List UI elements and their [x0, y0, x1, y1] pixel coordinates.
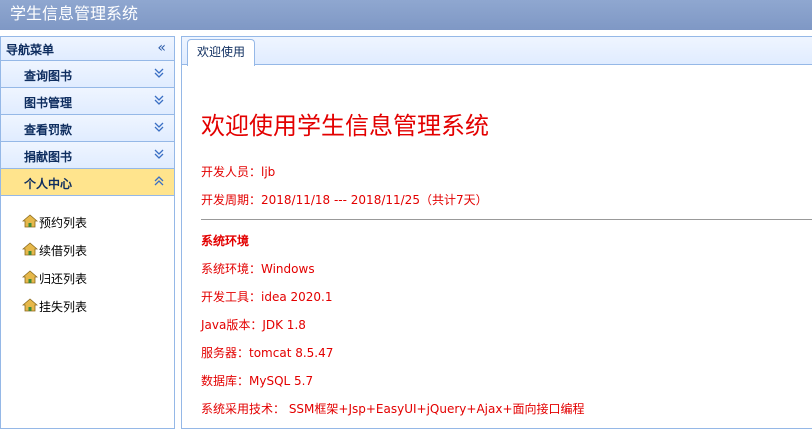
- house-icon: [22, 214, 38, 228]
- divider: [201, 219, 812, 220]
- env-ide-line: 开发工具：idea 2020.1: [201, 290, 333, 304]
- welcome-content: 欢迎使用学生信息管理系统 开发人员：ljb 开发周期：2018/11/18 --…: [182, 65, 812, 429]
- nav-panel-header: 导航菜单 «: [1, 37, 174, 61]
- double-chevron-down-icon: [154, 95, 164, 105]
- env-server-line: 服务器：tomcat 8.5.47: [201, 346, 334, 360]
- double-chevron-down-icon: [154, 149, 164, 159]
- accordion-book-management[interactable]: 图书管理: [1, 88, 174, 115]
- link-renewal-list[interactable]: 续借列表: [1, 238, 174, 266]
- double-chevron-up-icon: [154, 176, 164, 186]
- developer-line: 开发人员：ljb: [201, 165, 276, 179]
- env-heading: 系统环境: [201, 234, 250, 248]
- link-return-list[interactable]: 归还列表: [1, 266, 174, 294]
- app-title: 学生信息管理系统: [10, 4, 139, 23]
- link-label: 挂失列表: [39, 300, 88, 314]
- double-chevron-down-icon: [154, 122, 164, 132]
- link-lost-report-list[interactable]: 挂失列表: [1, 294, 174, 322]
- double-chevron-left-icon[interactable]: «: [157, 39, 166, 57]
- double-chevron-down-icon: [154, 68, 164, 78]
- accordion-label: 查看罚款: [24, 123, 73, 137]
- accordion-query-books[interactable]: 查询图书: [1, 61, 174, 88]
- house-icon: [22, 242, 38, 256]
- env-database-line: 数据库：MySQL 5.7: [201, 374, 314, 388]
- link-label: 归还列表: [39, 272, 88, 286]
- main-tab-panel: 欢迎使用 欢迎使用学生信息管理系统 开发人员：ljb 开发周期：2018/11/…: [181, 36, 812, 429]
- accordion-personal-center[interactable]: 个人中心: [1, 169, 174, 196]
- env-os-line: 系统环境：Windows: [201, 262, 315, 276]
- nav-title: 导航菜单: [6, 43, 55, 57]
- tab-welcome[interactable]: 欢迎使用: [187, 39, 256, 66]
- accordion-label: 图书管理: [24, 96, 73, 110]
- welcome-heading: 欢迎使用学生信息管理系统: [201, 112, 489, 140]
- nav-sidebar: 导航菜单 « 查询图书 图书管理 查看罚款 捐献图书 个人中心 预约列表 续借列…: [0, 36, 175, 429]
- env-tech-line: 系统采用技术： SSM框架+Jsp+EasyUI+jQuery+Ajax+面向接…: [201, 402, 585, 416]
- tab-label: 欢迎使用: [197, 45, 246, 59]
- accordion-view-fines[interactable]: 查看罚款: [1, 115, 174, 142]
- house-icon: [22, 270, 38, 284]
- link-reservation-list[interactable]: 预约列表: [1, 210, 174, 238]
- env-java-line: Java版本：JDK 1.8: [201, 318, 306, 332]
- tabs-bar: 欢迎使用: [182, 37, 812, 66]
- accordion-label: 捐献图书: [24, 150, 73, 164]
- period-line: 开发周期：2018/11/18 --- 2018/11/25（共计7天）: [201, 193, 488, 207]
- app-header: 学生信息管理系统: [0, 0, 812, 30]
- personal-center-links: 预约列表 续借列表 归还列表 挂失列表: [1, 196, 174, 322]
- link-label: 预约列表: [39, 216, 88, 230]
- accordion-donate-books[interactable]: 捐献图书: [1, 142, 174, 169]
- link-label: 续借列表: [39, 244, 88, 258]
- accordion-label: 查询图书: [24, 69, 73, 83]
- house-icon: [22, 298, 38, 312]
- accordion-label: 个人中心: [24, 177, 73, 191]
